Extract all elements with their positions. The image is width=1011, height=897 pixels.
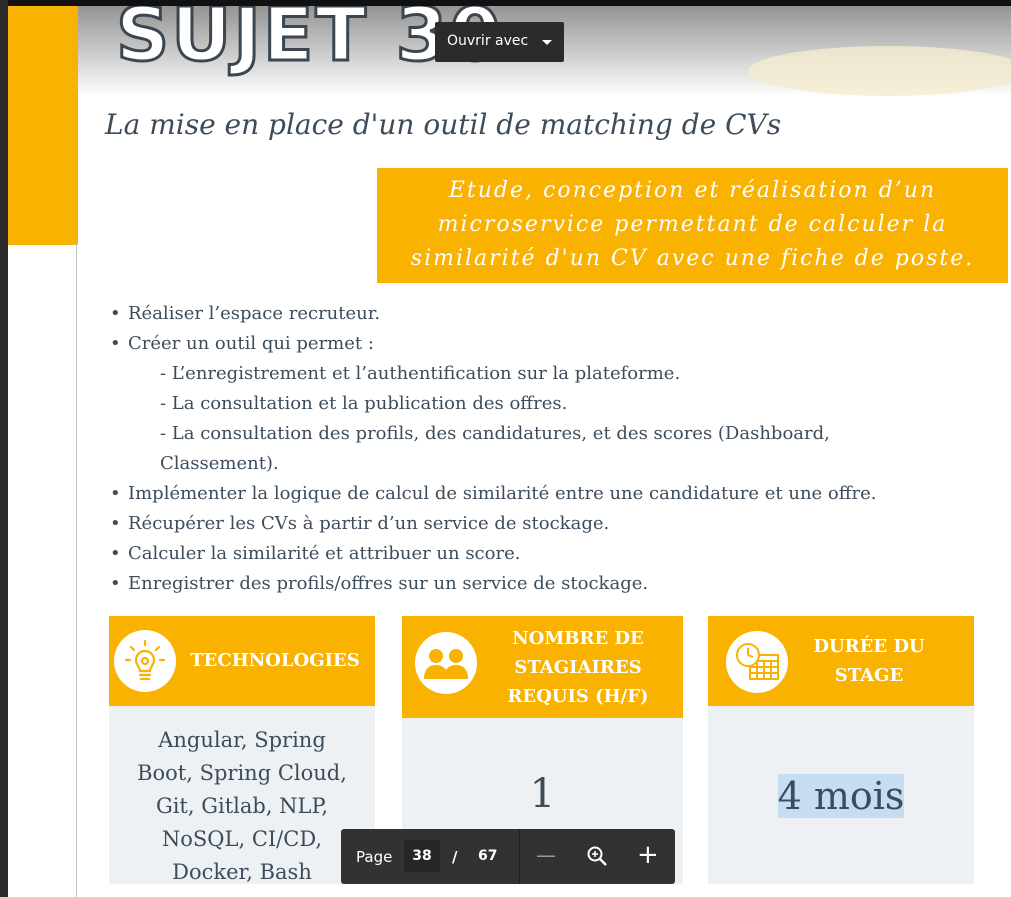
sub-list-item: - L’enregistrement et l’authentification…: [160, 363, 681, 384]
list-item-text: Créer un outil qui permet :: [128, 333, 374, 354]
chevron-down-icon: [542, 40, 552, 45]
list-item-text: Récupérer les CVs à partir d’un service …: [128, 513, 610, 534]
technologies-card: TECHNOLOGIES Angular, Spring Boot, Sprin…: [109, 616, 375, 884]
task-list: • Réaliser l’espace recruteur. • Créer un …: [108, 299, 1008, 599]
banner-line: microservice permettant de calculer la: [437, 212, 948, 237]
interns-count: 1: [529, 771, 556, 817]
duration-card-title: DURÉE DU STAGE: [794, 632, 944, 690]
objective-banner: Etude, conception et réalisation d’un mi…: [377, 168, 1008, 283]
bullet-dot: •: [110, 543, 121, 564]
slide-subtitle: La mise en place d'un outil de matching …: [105, 108, 782, 141]
bullet-dot: •: [110, 513, 121, 534]
pdf-viewer: SUJET 30 La mise en place d'un outil de …: [0, 0, 1011, 897]
list-item-text: Calculer la similarité et attribuer un s…: [128, 543, 521, 564]
duration-card: DURÉE DU STAGE 4 mois: [708, 616, 974, 884]
technologies-card-header: TECHNOLOGIES: [109, 616, 375, 706]
page-separator: /: [452, 848, 458, 866]
interns-title-line: NOMBRE DE: [512, 628, 644, 649]
sub-list-item: - La consultation et la publication des …: [160, 393, 568, 414]
technologies-line: Angular, Spring: [158, 728, 326, 752]
total-pages: 67: [478, 848, 498, 864]
page-label: Page: [356, 848, 393, 866]
two-people-icon: [415, 632, 477, 694]
bullet-dot: •: [110, 573, 121, 594]
clock-calendar-icon: [726, 631, 788, 693]
page-zoom-toolbar: Page 38 / 67 — +: [341, 829, 675, 884]
duration-title-line: STAGE: [834, 665, 904, 686]
list-item: • Créer un outil qui permet :: [108, 329, 1008, 359]
list-item: • Calculer la similarité et attribuer un …: [108, 539, 1008, 569]
viewer-left-gutter: [0, 0, 8, 897]
zoom-out-button[interactable]: —: [536, 843, 556, 867]
list-item-text: Réaliser l’espace recruteur.: [128, 303, 381, 324]
list-item-text: Implémenter la logique de calcul de simi…: [128, 483, 877, 504]
bullet-dot: •: [110, 303, 121, 324]
decorative-swoosh: [748, 46, 1011, 96]
technologies-card-title: TECHNOLOGIES: [190, 650, 360, 671]
interns-title-line: REQUIS (H/F): [507, 686, 649, 707]
technologies-list: Angular, Spring Boot, Spring Cloud, Git,…: [109, 724, 375, 889]
list-item-text: Enregistrer des profils/offres sur un se…: [128, 573, 649, 594]
interns-card-title: NOMBRE DE STAGIAIRES REQUIS (H/F): [488, 624, 668, 711]
bullet-dot: •: [110, 333, 121, 354]
duration-value-wrap: 4 mois: [708, 774, 974, 818]
duration-card-header: DURÉE DU STAGE: [708, 616, 974, 706]
list-item: • Récupérer les CVs à partir d’un service…: [108, 509, 1008, 539]
duration-value[interactable]: 4 mois: [777, 774, 905, 818]
list-item: • Enregistrer des profils/offres sur un s…: [108, 569, 1008, 599]
zoom-magnifier-icon[interactable]: [586, 845, 608, 867]
interns-title-line: STAGIAIRES: [514, 657, 642, 678]
open-with-label: Ouvrir avec: [447, 33, 529, 49]
banner-line: Etude, conception et réalisation d’un: [448, 178, 937, 203]
duration-title-line: DURÉE DU: [813, 636, 925, 657]
technologies-line: NoSQL, CI/CD,: [161, 827, 323, 851]
list-item: • Réaliser l’espace recruteur.: [108, 299, 1008, 329]
orange-accent-block: [8, 6, 78, 245]
interns-card-header: NOMBRE DE STAGIAIRES REQUIS (H/F): [402, 616, 683, 718]
vertical-rule: [76, 244, 77, 897]
technologies-line: Boot, Spring Cloud,: [137, 761, 347, 785]
open-with-button[interactable]: Ouvrir avec: [435, 22, 564, 62]
bullet-dot: •: [110, 483, 121, 504]
zoom-in-button[interactable]: +: [637, 840, 659, 870]
technologies-line: Git, Gitlab, NLP,: [155, 794, 329, 818]
toolbar-divider: [519, 829, 520, 884]
banner-line: similarité d'un CV avec une fiche de pos…: [410, 246, 975, 271]
technologies-line: Docker, Bash: [172, 860, 312, 884]
sub-list-item: - La consultation des profils, des candi…: [160, 423, 830, 444]
current-page-input[interactable]: 38: [404, 840, 440, 872]
sub-list-item-continued: Classement).: [160, 453, 279, 474]
lightbulb-gear-icon: [114, 630, 176, 692]
list-item: • Implémenter la logique de calcul de sim…: [108, 479, 1008, 509]
pdf-page: SUJET 30 La mise en place d'un outil de …: [8, 6, 1011, 897]
